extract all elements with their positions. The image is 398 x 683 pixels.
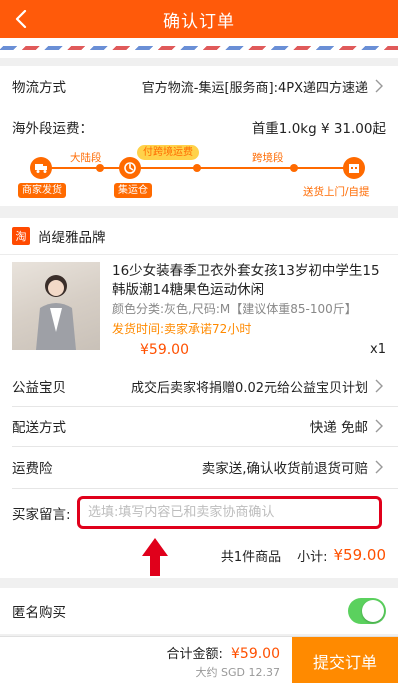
product-title[interactable]: 16少女装春季卫衣外套女孩13岁初中学生15韩版潮14糖果色运动休闲 xyxy=(112,262,386,300)
buyer-message-label: 买家留言: xyxy=(12,506,71,523)
shipping-method-label: 物流方式 xyxy=(12,80,66,96)
merchant-ship-node xyxy=(30,157,52,179)
timeline-segment-fee-badge: 付跨境运费 xyxy=(137,145,199,160)
subtotal-row: 共1件商品 小计: ¥59.00 xyxy=(221,543,386,567)
anonymous-label: 匿名购买 xyxy=(12,605,66,621)
bottom-bar: 合计金额: ¥59.00 大约 SGD 12.37 提交订单 xyxy=(0,636,398,683)
shipping-section: 物流方式 官方物流-集运[服务商]:4PX递四方速递 海外段运费： 首重1.0k… xyxy=(0,66,398,206)
shop-divider xyxy=(0,254,398,255)
insurance-row[interactable]: 运费险 卖家送,确认收货前退货可赔 xyxy=(0,446,398,488)
chevron-right-icon xyxy=(372,419,386,433)
anonymous-toggle[interactable] xyxy=(348,598,386,624)
product-quantity: x1 xyxy=(370,342,386,357)
product-spec: 颜色分类:灰色,尺码:M【建议体重85-100斤】 xyxy=(112,302,357,316)
shop-icon: 淘 xyxy=(12,227,30,245)
subtotal-count: 共1件商品 xyxy=(220,549,282,565)
delivery-value: 快递 免邮 xyxy=(309,420,368,436)
chevron-left-icon xyxy=(15,10,27,28)
subtotal-amount: ¥59.00 xyxy=(333,546,387,564)
total-approx: 大约 SGD 12.37 xyxy=(195,666,280,679)
insurance-value: 卖家送,确认收货前退货可赔 xyxy=(201,461,368,477)
buyer-message-highlight xyxy=(77,496,382,529)
charity-value: 成交后卖家将捐赠0.02元给公益宝贝计划 xyxy=(131,380,368,396)
truck-icon xyxy=(35,164,47,173)
warehouse-icon xyxy=(124,162,136,174)
charity-row[interactable]: 公益宝贝 成交后卖家将捐赠0.02元给公益宝贝计划 xyxy=(0,366,398,406)
shipping-method-value: 官方物流-集运[服务商]:4PX递四方速递 xyxy=(141,80,368,96)
product-photo-placeholder xyxy=(36,275,76,350)
subtotal-label: 小计: xyxy=(297,549,328,565)
chevron-right-icon xyxy=(372,379,386,393)
total-amount: ¥59.00 xyxy=(231,646,280,662)
timeline-segment-crossborder: 跨境段 xyxy=(252,152,284,164)
timeline-dot xyxy=(96,164,104,172)
page-title: 确认订单 xyxy=(163,11,235,32)
shop-header[interactable]: 淘 尚缇雅品牌 xyxy=(12,225,106,247)
back-button[interactable] xyxy=(6,0,36,38)
total-summary: 合计金额: ¥59.00 大约 SGD 12.37 xyxy=(166,643,280,680)
submit-order-button[interactable]: 提交订单 xyxy=(292,637,398,683)
total-label: 合计金额: xyxy=(166,647,223,662)
airmail-border-decoration xyxy=(0,38,398,58)
top-nav-bar: 确认订单 xyxy=(0,0,398,38)
toggle-knob xyxy=(362,600,384,622)
airmail-stripe xyxy=(0,46,398,50)
insurance-label: 运费险 xyxy=(12,461,53,477)
timeline-dot xyxy=(193,164,201,172)
timeline-node-delivery: 送货上门/自提 xyxy=(303,186,370,198)
anonymous-section: 匿名购买 xyxy=(0,588,398,634)
chevron-right-icon xyxy=(372,79,386,93)
timeline-node-merchant: 商家发货 xyxy=(18,183,66,198)
delivery-label: 配送方式 xyxy=(12,420,66,436)
calendar-icon xyxy=(349,164,359,173)
charity-label: 公益宝贝 xyxy=(12,380,66,396)
timeline-dot xyxy=(290,164,298,172)
overseas-fee-value: 首重1.0kg ¥ 31.00起 xyxy=(251,121,386,137)
shop-name: 尚缇雅品牌 xyxy=(38,230,106,246)
overseas-fee-row: 海外段运费： 首重1.0kg ¥ 31.00起 xyxy=(0,108,398,146)
total-line: 合计金额: ¥59.00 xyxy=(166,643,280,662)
anonymous-row: 匿名购买 xyxy=(0,588,398,634)
delivery-row[interactable]: 配送方式 快递 免邮 xyxy=(0,406,398,446)
timeline-node-warehouse: 集运仓 xyxy=(114,183,152,198)
buyer-message-input[interactable] xyxy=(80,499,379,526)
shipping-timeline: 大陆段 付跨境运费 跨境段 商家发货 集运仓 送货上门/自提 xyxy=(0,144,398,206)
chevron-right-icon xyxy=(372,460,386,474)
delivery-node xyxy=(343,157,365,179)
product-ship-time: 发货时间:卖家承诺72小时 xyxy=(112,322,252,336)
up-arrow-annotation xyxy=(142,538,168,576)
shipping-method-row[interactable]: 物流方式 官方物流-集运[服务商]:4PX递四方速递 xyxy=(0,66,398,106)
row-divider xyxy=(12,488,398,489)
overseas-fee-label: 海外段运费： xyxy=(12,121,93,137)
warehouse-node xyxy=(119,157,141,179)
product-image[interactable] xyxy=(12,262,100,350)
timeline-segment-mainland: 大陆段 xyxy=(70,152,102,164)
product-price: ¥59.00 xyxy=(140,342,189,358)
